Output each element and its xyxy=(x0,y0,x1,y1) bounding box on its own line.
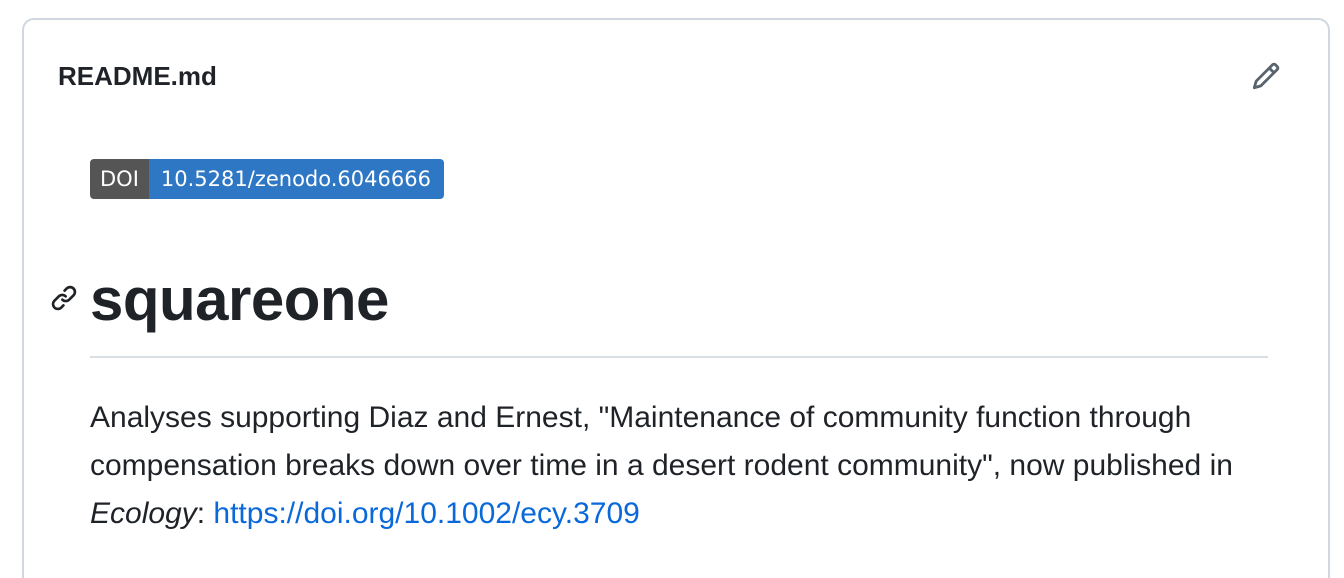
doi-badge-value: 10.5281/zenodo.6046666 xyxy=(148,159,444,199)
description-separator: : xyxy=(196,497,214,530)
readme-filename: README.md xyxy=(58,61,217,91)
heading-anchor-link[interactable] xyxy=(48,282,80,314)
journal-name: Ecology xyxy=(90,497,197,530)
edit-readme-button[interactable] xyxy=(1246,56,1286,96)
link-icon xyxy=(51,285,77,311)
repo-title: squareone xyxy=(90,266,389,333)
title-divider xyxy=(90,356,1268,358)
readme-description: Analyses supporting Diaz and Ernest, "Ma… xyxy=(90,394,1280,538)
doi-badge[interactable]: DOI 10.5281/zenodo.6046666 xyxy=(90,159,444,199)
readme-panel: README.md DOI 10.5281/zenodo.6046666 squ… xyxy=(22,18,1330,578)
description-text: Analyses supporting Diaz and Ernest, "Ma… xyxy=(90,401,1233,482)
pencil-icon xyxy=(1252,62,1280,90)
doi-badge-label: DOI xyxy=(90,159,149,199)
publication-link[interactable]: https://doi.org/10.1002/ecy.3709 xyxy=(213,497,639,530)
